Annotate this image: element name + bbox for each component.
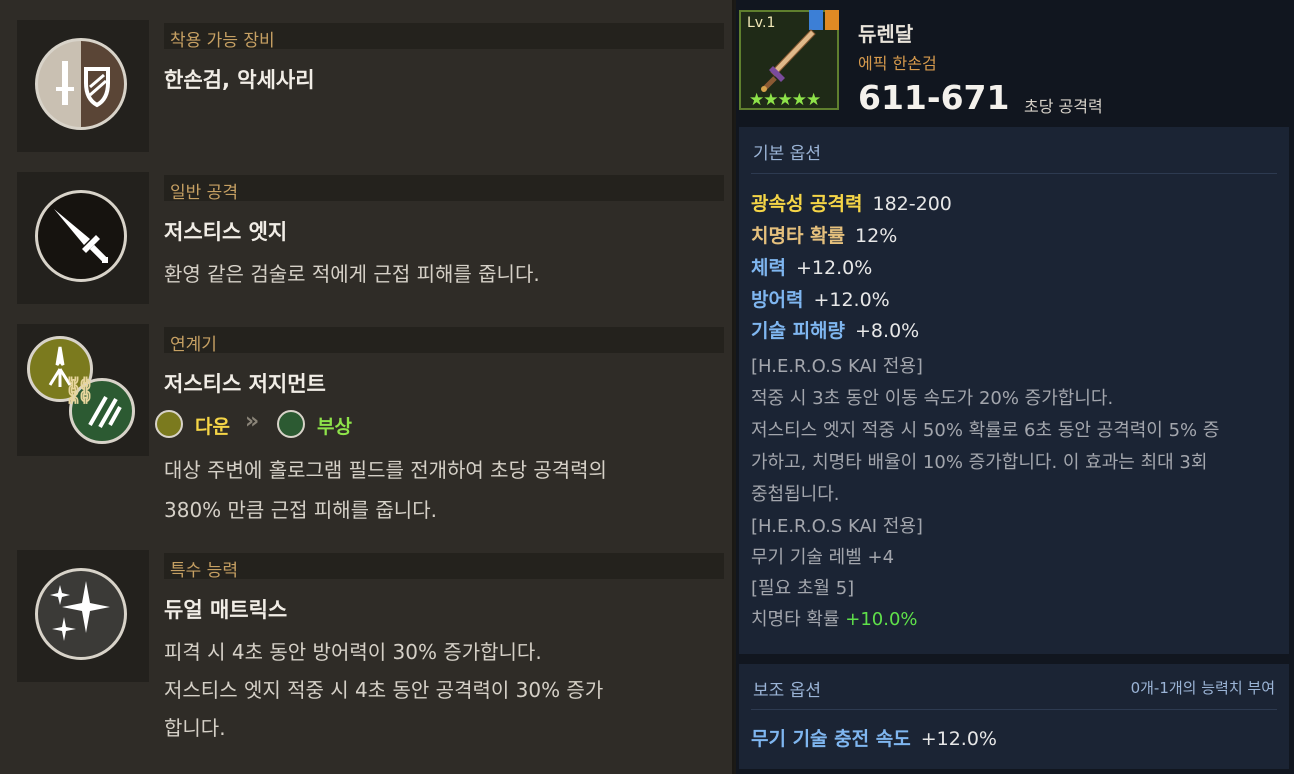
basic-options-header: 기본 옵션 [753, 144, 821, 164]
combo-section: ⛓ 연계기 저스티스 저지먼트 다운 » 부상 대상 주변에 홀로그램 필드를 … [17, 324, 724, 534]
stat-value: +12.0% [795, 257, 873, 279]
combo-desc-line2: 380% 만큼 근접 피해를 줍니다. [164, 498, 437, 522]
item-attack-label: 초당 공격력 [1024, 97, 1103, 116]
normal-attack-section: 일반 공격 저스티스 엣지 환영 같은 검술로 적에게 근접 피해를 줍니다. [17, 172, 724, 312]
sub-stat-value: +12.0% [920, 728, 997, 750]
special-icon-box [17, 550, 149, 682]
stat-row: 광속성 공격력 182-200 [751, 189, 952, 216]
special-section: 특수 능력 듀얼 매트릭스 피격 시 4초 동안 방어력이 30% 증가합니다.… [17, 550, 724, 760]
down-tag-icon [155, 410, 183, 438]
equip-section: 착용 가능 장비 한손검, 악세사리 [17, 20, 724, 160]
stat-label: 광속성 공격력 [751, 193, 863, 215]
info-line: 중첩됩니다. [751, 484, 840, 505]
down-tag-label: 다운 [195, 416, 230, 438]
special-desc-line2: 저스티스 엣지 적중 시 4초 동안 공격력이 30% 증가 [164, 678, 604, 702]
injury-tag-label: 부상 [317, 416, 352, 438]
divider [751, 709, 1277, 710]
info-line: [H.E.R.O.S KAI 전용] [751, 516, 923, 537]
sword-item-icon [761, 29, 816, 92]
normal-attack-desc: 환영 같은 검술로 적에게 근접 피해를 줍니다. [164, 262, 540, 286]
item-name: 듀렌달 [858, 22, 914, 46]
sparkle-icon [35, 568, 127, 660]
equip-header: 착용 가능 장비 [164, 23, 724, 51]
combo-tags: 다운 » 부상 [155, 408, 455, 440]
sub-options-note: 0개-1개의 능력치 부여 [1130, 679, 1275, 697]
item-type: 에픽 한손검 [858, 54, 937, 73]
stat-row: 방어력 +12.0% [751, 285, 890, 312]
combo-icon-box: ⛓ [17, 324, 149, 456]
crit-bonus-label: 치명타 확률 [751, 609, 840, 630]
stat-value: 182-200 [872, 193, 952, 215]
item-icon[interactable]: Lv.1 ★★★★★ [739, 10, 839, 110]
combo-header: 연계기 [164, 327, 724, 355]
combo-desc-line1: 대상 주변에 홀로그램 필드를 전개하여 초당 공격력의 [164, 458, 607, 482]
info-line: [H.E.R.O.S KAI 전용] [751, 356, 923, 377]
divider [751, 173, 1277, 174]
info-line: 가하고, 치명타 배율이 10% 증가합니다. 이 효과는 최대 3회 [751, 452, 1208, 473]
special-desc-line1: 피격 시 4초 동안 방어력이 30% 증가합니다. [164, 640, 542, 664]
normal-attack-title: 저스티스 엣지 [164, 220, 288, 244]
stat-label: 기술 피해량 [751, 320, 846, 342]
sub-options-box: 보조 옵션 0개-1개의 능력치 부여 무기 기술 충전 속도 +12.0% [739, 664, 1289, 769]
stat-label: 체력 [751, 257, 786, 279]
stat-value: +8.0% [855, 320, 920, 342]
stat-label: 방어력 [751, 289, 804, 311]
sub-stat-row: 무기 기술 충전 속도 +12.0% [751, 724, 997, 751]
equip-icon-box [17, 20, 149, 152]
special-header: 특수 능력 [164, 553, 724, 581]
normal-attack-icon-box [17, 172, 149, 304]
chevron-right-icon: » [245, 409, 260, 434]
stat-value: +12.0% [813, 289, 890, 311]
sword-icon [35, 190, 127, 282]
crit-bonus-value: +10.0% [845, 609, 918, 630]
stat-row: 기술 피해량 +8.0% [751, 316, 919, 343]
skill-panel: 착용 가능 장비 한손검, 악세사리 일반 공격 저스티스 엣지 환영 같은 검… [0, 0, 734, 774]
stat-row: 치명타 확률 12% [751, 221, 897, 248]
normal-attack-header: 일반 공격 [164, 175, 724, 203]
basic-options-box: 기본 옵션 광속성 공격력 182-200 치명타 확률 12% 체력 +12.0% … [739, 127, 1289, 654]
item-stars: ★★★★★ [749, 90, 821, 110]
sub-stat-label: 무기 기술 충전 속도 [751, 728, 911, 750]
stat-label: 치명타 확률 [751, 225, 846, 247]
crit-bonus-row: 치명타 확률 +10.0% [751, 605, 918, 631]
bookmark-orange-icon [825, 10, 839, 30]
special-title: 듀얼 매트릭스 [164, 598, 288, 622]
stat-value: 12% [855, 225, 898, 247]
info-line: 무기 기술 레벨 +4 [751, 547, 895, 568]
equipment-icon [35, 38, 127, 130]
sub-options-header: 보조 옵션 [753, 681, 821, 701]
chain-link-icon: ⛓ [63, 376, 97, 406]
item-attack-value: 611-671 [858, 78, 1010, 117]
injury-tag-icon [277, 410, 305, 438]
equip-title: 한손검, 악세사리 [164, 68, 315, 92]
info-line: 저스티스 엣지 적중 시 50% 확률로 6초 동안 공격력이 5% 증 [751, 420, 1220, 441]
special-desc-line3: 합니다. [164, 716, 226, 740]
stat-row: 체력 +12.0% [751, 253, 872, 280]
info-line: 적중 시 3초 동안 이동 속도가 20% 증가합니다. [751, 388, 1114, 409]
info-line: [필요 초월 5] [751, 578, 855, 599]
item-tooltip: Lv.1 ★★★★★ 듀렌달 에픽 한손검 611-671 초당 공격력 기본 … [736, 0, 1294, 774]
combo-title: 저스티스 저지먼트 [164, 372, 326, 396]
